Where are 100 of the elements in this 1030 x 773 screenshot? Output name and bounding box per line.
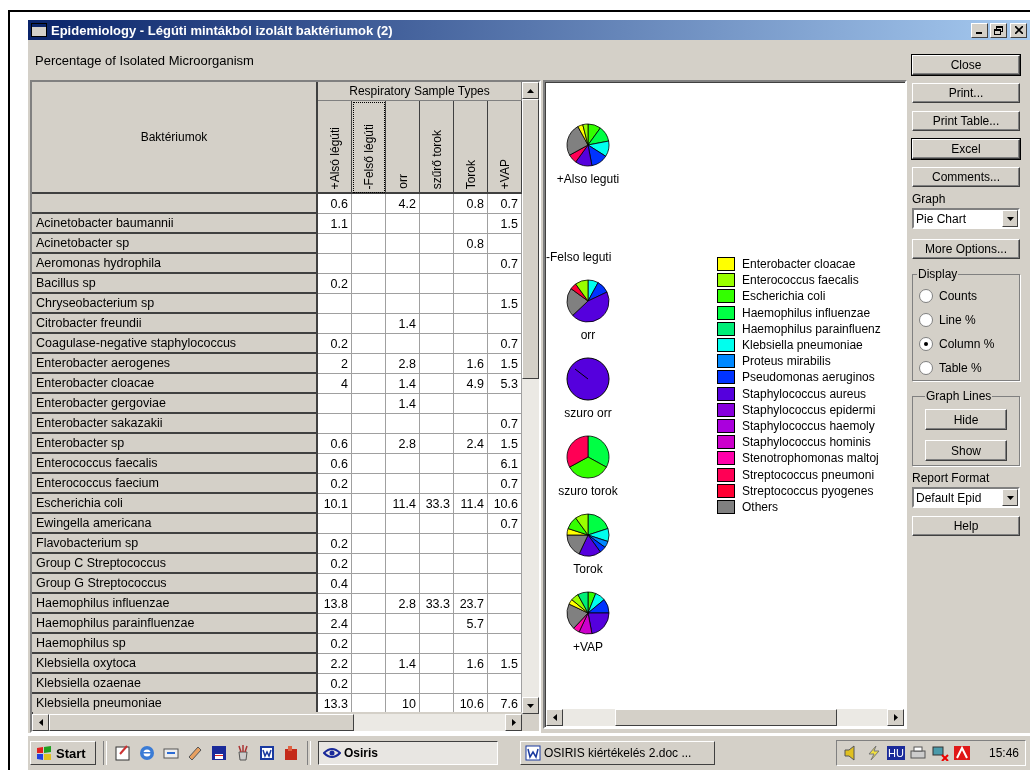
table-cell	[420, 234, 454, 254]
column-header[interactable]: +VAP	[488, 101, 522, 194]
document-icon[interactable]	[258, 744, 276, 762]
graph-type-dropdown[interactable]: Pie Chart	[912, 208, 1020, 229]
pencil-icon[interactable]	[186, 744, 204, 762]
table-cell	[352, 534, 386, 554]
scroll-thumb[interactable]	[49, 714, 354, 731]
table-cell	[352, 414, 386, 434]
table-cell	[352, 694, 386, 712]
table-cell: 4.2	[386, 194, 420, 214]
scroll-thumb[interactable]	[522, 99, 539, 379]
column-header[interactable]: orr	[386, 101, 420, 194]
table-cell	[386, 534, 420, 554]
antivirus-icon[interactable]	[952, 745, 971, 761]
help-button[interactable]: Help	[912, 516, 1020, 536]
app-icon[interactable]	[282, 744, 300, 762]
scroll-thumb[interactable]	[615, 709, 837, 726]
column-header[interactable]: -Felső légúti	[352, 101, 386, 194]
table-cell: 0.7	[488, 254, 522, 274]
table-cell	[454, 674, 488, 694]
radio-button[interactable]	[919, 360, 933, 375]
radio-button[interactable]	[919, 336, 933, 351]
table-cell: 0.2	[318, 334, 352, 354]
notepad-icon[interactable]	[114, 744, 132, 762]
table-cell: 2.4	[454, 434, 488, 454]
minimize-button[interactable]	[971, 22, 988, 38]
table-cell	[352, 614, 386, 634]
table-cell	[420, 674, 454, 694]
table-cell	[454, 514, 488, 534]
table-cell	[318, 234, 352, 254]
table-cell: 0.7	[488, 514, 522, 534]
browser-icon[interactable]	[138, 744, 156, 762]
printer-icon[interactable]	[908, 745, 927, 761]
table-cell: 1.5	[488, 354, 522, 374]
graph-lines-button[interactable]: Hide	[925, 409, 1007, 430]
table-cell: 1.6	[454, 654, 488, 674]
radio-option[interactable]: Counts	[917, 287, 1015, 304]
action-button[interactable]: Comments...	[912, 167, 1020, 187]
table-cell	[386, 674, 420, 694]
column-header[interactable]: Torok	[454, 101, 488, 194]
table-cell	[420, 514, 454, 534]
legend-label: Stenotrophomonas maltoj	[742, 451, 879, 466]
flag-icon	[35, 745, 53, 761]
legend-label: Staphylococcus epidermi	[742, 402, 876, 417]
table-cell	[318, 514, 352, 534]
more-options-button[interactable]: More Options...	[912, 239, 1020, 259]
report-title: Percentage of Isolated Microorganism	[34, 51, 255, 70]
action-button[interactable]: Close	[912, 55, 1020, 75]
table-cell: 0.2	[318, 634, 352, 654]
window-title: Epidemiology - Légúti mintákból izolált baktériumok (2)	[51, 22, 394, 38]
table-cell: 2.4	[318, 614, 352, 634]
table-cell	[318, 314, 352, 334]
table-cell	[420, 694, 454, 712]
table-cell: 33.3	[420, 594, 454, 614]
network-icon[interactable]	[930, 745, 949, 761]
table-cell: 0.2	[318, 674, 352, 694]
taskbar-button[interactable]: OSIRIS kiértékelés 2.doc ...	[520, 741, 715, 765]
table-cell	[352, 334, 386, 354]
horizontal-scrollbar[interactable]	[32, 714, 539, 731]
radio-option[interactable]: Column %	[917, 335, 1015, 352]
table-cell	[386, 554, 420, 574]
table-cell	[488, 394, 522, 414]
row-header: Escherichia coli	[32, 494, 318, 514]
report-format-dropdown[interactable]: Default Epid	[912, 487, 1020, 508]
radio-button[interactable]	[919, 312, 933, 327]
graph-lines-button[interactable]: Show	[925, 440, 1007, 461]
table-cell	[352, 554, 386, 574]
table-cell	[420, 314, 454, 334]
radio-option[interactable]: Line %	[917, 311, 1015, 328]
table-cell: 2.8	[386, 594, 420, 614]
scroll-down-icon	[527, 703, 534, 708]
column-header[interactable]: szűrő torok	[420, 101, 454, 194]
vertical-scrollbar[interactable]	[522, 82, 539, 714]
table-cell	[420, 254, 454, 274]
action-button[interactable]: Excel	[912, 139, 1020, 159]
language-indicator[interactable]: HU	[887, 746, 905, 760]
table-cell: 11.4	[454, 494, 488, 514]
legend-label: Enterococcus faecalis	[742, 273, 859, 288]
taskbar-button[interactable]: Osiris	[318, 741, 498, 765]
column-header[interactable]: Baktériumok	[32, 82, 318, 194]
row-header: Group C Streptococcus	[32, 554, 318, 574]
scroll-right-icon	[511, 719, 516, 726]
start-button[interactable]: Start	[30, 741, 96, 765]
table-cell	[420, 654, 454, 674]
close-button[interactable]	[1010, 22, 1027, 38]
table-cell	[386, 514, 420, 534]
table-cell: 1.4	[386, 394, 420, 414]
legend-label: Staphylococcus aureus	[742, 386, 867, 401]
radio-option[interactable]: Table %	[917, 359, 1015, 376]
column-header[interactable]: +Alsó légúti	[318, 101, 352, 194]
action-button[interactable]: Print...	[912, 83, 1020, 103]
table-cell	[318, 254, 352, 274]
table-cell	[318, 414, 352, 434]
table-cell: 4.9	[454, 374, 488, 394]
action-button[interactable]: Print Table...	[912, 111, 1020, 131]
radio-button[interactable]	[919, 288, 933, 303]
table-cell	[352, 474, 386, 494]
table-cell	[420, 374, 454, 394]
restore-button[interactable]	[990, 22, 1007, 38]
table-cell: 1.5	[488, 214, 522, 234]
